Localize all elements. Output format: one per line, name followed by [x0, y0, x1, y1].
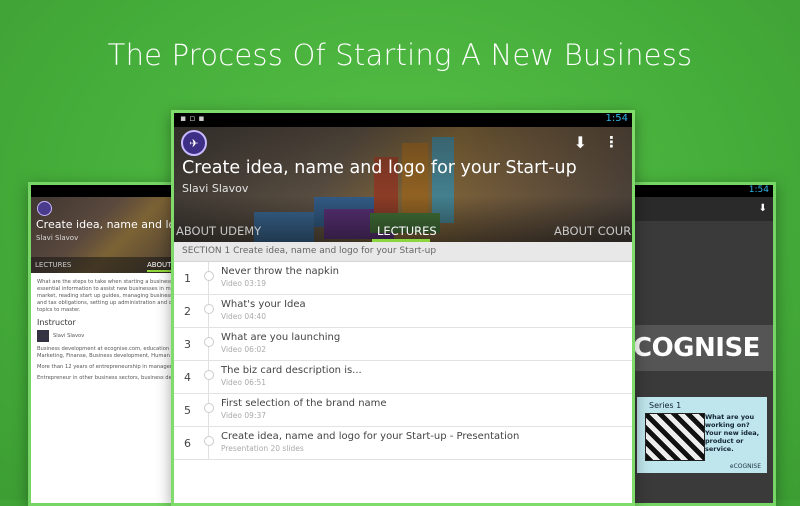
left-device-screenshot: Create idea, name and logo fo Slavi Slav…: [28, 182, 182, 506]
lecture-title: Create idea, name and logo for your Star…: [221, 431, 520, 442]
video-logo-band: COGNISE: [631, 325, 773, 371]
lecture-number: 5: [184, 404, 191, 417]
instructor-row[interactable]: Slavi Slavov: [37, 330, 173, 342]
status-bar: 1:54: [631, 185, 773, 197]
instructor-heading: Instructor: [37, 318, 76, 327]
tab-bar: LECTURES ABOUT U: [31, 257, 179, 273]
course-description: What are the steps to take when starting…: [31, 273, 179, 388]
course-title: Create idea, name and logo fo: [36, 218, 179, 231]
course-header: ✈ ⬇ ⋮ Create idea, name and logo for you…: [174, 127, 632, 242]
tab-about-udemy[interactable]: ABOUT UDEMY: [176, 224, 261, 238]
lecture-title: The biz card description is...: [221, 365, 362, 376]
lecture-meta: Video 09:37: [221, 411, 267, 420]
lecture-meta: Presentation 20 slides: [221, 444, 304, 453]
lecture-row[interactable]: 6 Create idea, name and logo for your St…: [174, 427, 632, 460]
tab-about-course[interactable]: ABOUT COURSE: [554, 224, 632, 238]
overflow-menu-icon[interactable]: ⋮: [604, 133, 619, 151]
status-bar: ▪▫▪ 1:54: [174, 113, 632, 127]
lecture-number: 1: [184, 272, 191, 285]
bio-line: Entrepreneur in other business sectors, …: [37, 375, 179, 381]
lecture-meta: Video 03:19: [221, 279, 267, 288]
progress-dot-icon: [204, 271, 214, 281]
course-title: Create idea, name and logo for your Star…: [182, 158, 577, 178]
tab-lectures[interactable]: LECTURES: [377, 224, 437, 238]
lecture-title: First selection of the brand name: [221, 398, 387, 409]
right-device-screenshot: 1:54 ⬇ COGNISE Series 1 What are you wor…: [628, 182, 776, 506]
avatar: [37, 330, 49, 342]
course-header: Create idea, name and logo fo Slavi Slav…: [31, 197, 179, 273]
status-time: 1:54: [748, 185, 769, 195]
tab-bar: ABOUT UDEMY LECTURES ABOUT COURSE: [174, 220, 632, 242]
bio-line: Business development at ecognise.com, ed…: [37, 346, 179, 352]
progress-dot-icon: [204, 304, 214, 314]
description-line: and tax obligations, setting up administ…: [37, 300, 179, 306]
lecture-meta: Video 06:02: [221, 345, 267, 354]
lecture-row[interactable]: 4 The biz card description is... Video 0…: [174, 361, 632, 394]
description-line: market, reading start up guides, managin…: [37, 293, 177, 299]
slide-question: What are you working on? Your new idea, …: [705, 413, 760, 453]
description-line: essential information to assist new busi…: [37, 286, 174, 292]
tab-lectures[interactable]: LECTURES: [35, 261, 71, 269]
description-line: What are the steps to take when starting…: [37, 279, 178, 285]
course-logo-icon: ✈: [181, 130, 207, 156]
video-slide[interactable]: Series 1 What are you working on? Your n…: [637, 397, 767, 473]
lecture-row[interactable]: 1 Never throw the napkin Video 03:19: [174, 262, 632, 295]
lecture-number: 3: [184, 338, 191, 351]
lecture-title: Never throw the napkin: [221, 266, 339, 277]
video-toolbar: ⬇: [631, 197, 773, 221]
notification-icons: ▪▫▪: [180, 114, 208, 124]
lecture-row[interactable]: 3 What are you launching Video 06:02: [174, 328, 632, 361]
active-tab-indicator: [372, 239, 430, 242]
course-author: Slavi Slavov: [36, 234, 79, 242]
clapperboard-icon: [645, 413, 705, 461]
course-author: Slavi Slavov: [182, 182, 249, 195]
slide-series-label: Series 1: [649, 401, 682, 410]
bio-line: More than 12 years of entrepreneurship i…: [37, 364, 179, 370]
download-icon[interactable]: ⬇: [759, 203, 767, 214]
lecture-row[interactable]: 5 First selection of the brand name Vide…: [174, 394, 632, 427]
video-logo-text: COGNISE: [633, 333, 760, 363]
lecture-meta: Video 06:51: [221, 378, 267, 387]
slide-brand: eCOGNISE: [729, 463, 761, 470]
lecture-number: 6: [184, 437, 191, 450]
status-time: 1:54: [605, 113, 628, 124]
lecture-meta: Video 04:40: [221, 312, 267, 321]
page-headline: The Process Of Starting A New Business: [107, 38, 693, 72]
progress-dot-icon: [204, 337, 214, 347]
progress-dot-icon: [204, 403, 214, 413]
download-icon[interactable]: ⬇: [574, 133, 587, 152]
lecture-list: 1 Never throw the napkin Video 03:19 2 W…: [174, 262, 632, 460]
progress-dot-icon: [204, 436, 214, 446]
instructor-name: Slavi Slavov: [53, 332, 85, 339]
lecture-number: 4: [184, 371, 191, 384]
progress-dot-icon: [204, 370, 214, 380]
status-bar: [31, 185, 179, 197]
description-line: topics to master.: [37, 307, 81, 313]
lecture-title: What's your Idea: [221, 299, 306, 310]
lecture-number: 2: [184, 305, 191, 318]
course-logo-icon: [37, 201, 52, 216]
main-device-screenshot: ▪▫▪ 1:54 ✈ ⬇ ⋮ Create idea, name and log…: [171, 110, 635, 506]
bio-line: Marketing, Finanse, Business development…: [37, 353, 179, 359]
lecture-row[interactable]: 2 What's your Idea Video 04:40: [174, 295, 632, 328]
lecture-title: What are you launching: [221, 332, 341, 343]
section-header: SECTION 1 Create idea, name and logo for…: [174, 242, 632, 262]
